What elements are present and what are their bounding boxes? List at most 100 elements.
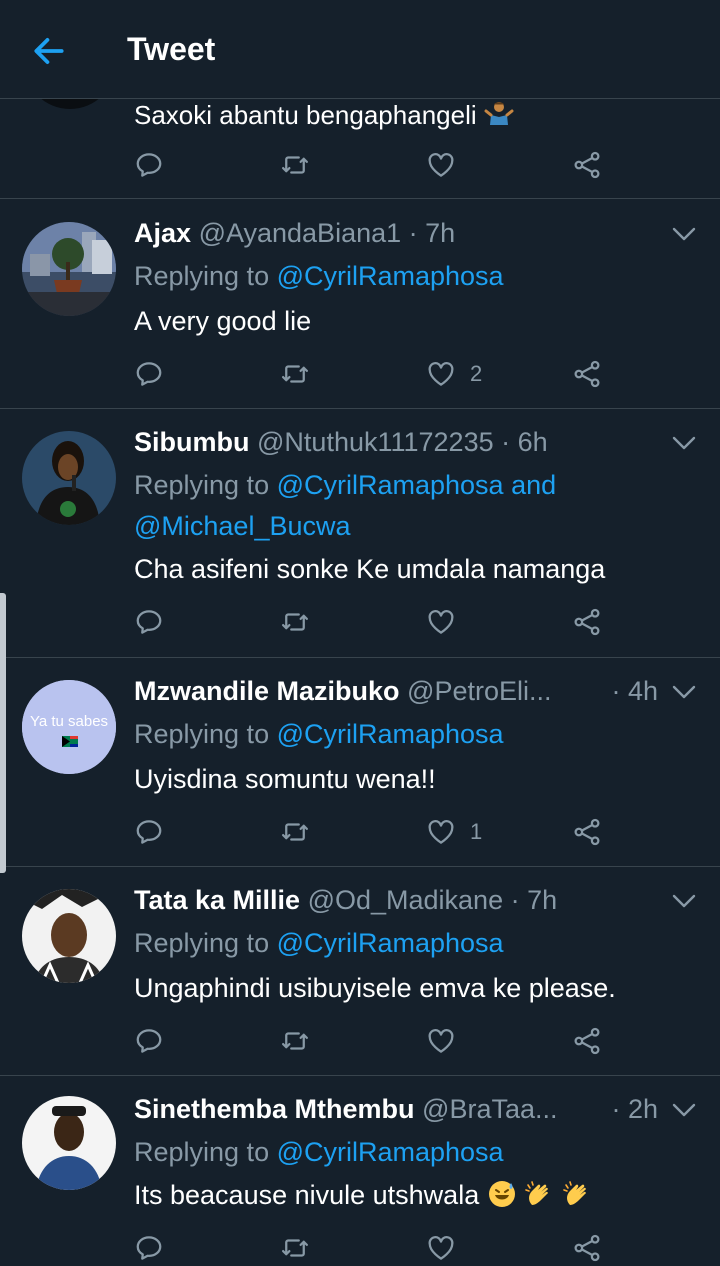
- reply-tweet[interactable]: Ya tu sabes Mzwandile Mazibuko @PetroEli…: [0, 658, 720, 867]
- avatar[interactable]: Ya tu sabes: [22, 680, 116, 774]
- page-title: Tweet: [127, 31, 216, 67]
- display-name[interactable]: Ajax: [134, 218, 191, 248]
- replying-to: Replying to @CyrilRamaphosa: [134, 261, 504, 291]
- avatar[interactable]: [22, 889, 116, 983]
- chevron-down-icon[interactable]: [672, 893, 696, 909]
- mention-link[interactable]: @CyrilRamaphosa: [277, 928, 504, 958]
- like-count: 2: [470, 361, 483, 386]
- avatar[interactable]: [22, 431, 116, 525]
- timestamp: · 2h: [611, 1094, 658, 1124]
- retweet-button[interactable]: [280, 356, 310, 392]
- tweet-text: Uyisdina somuntu wena!!: [134, 764, 436, 794]
- like-button[interactable]: [426, 1023, 456, 1059]
- timestamp: · 4h: [611, 676, 658, 706]
- share-icon: [572, 817, 602, 847]
- retweet-button[interactable]: [280, 814, 310, 850]
- heart-icon: [426, 150, 456, 180]
- like-button[interactable]: [426, 1230, 456, 1266]
- heart-icon: [426, 1233, 456, 1263]
- retweet-icon: [280, 607, 310, 637]
- tweet-text: A very good lie: [134, 306, 312, 336]
- handle[interactable]: @Od_Madikane: [308, 885, 504, 915]
- tweet-actions: [134, 1023, 614, 1059]
- heart-icon: [426, 359, 456, 389]
- reply-tweet[interactable]: Sinethemba Mthembu @BraTaa... · 2h Reply…: [0, 1076, 720, 1262]
- share-icon: [572, 1233, 602, 1263]
- reply-tweet[interactable]: Ajax @AyandaBiana1 · 7h Replying to @Cyr…: [0, 200, 720, 409]
- reply-icon: [134, 607, 164, 637]
- share-icon: [572, 359, 602, 389]
- reply-tweet[interactable]: Sibumbu @Ntuthuk11172235 · 6h Replying t…: [0, 409, 720, 658]
- reply-icon: [134, 1233, 164, 1263]
- retweet-icon: [280, 150, 310, 180]
- retweet-button[interactable]: [280, 604, 310, 640]
- tweet-header: Ajax @AyandaBiana1 · 7h: [134, 216, 664, 250]
- tweet-text: Its beacause nivule utshwala: [134, 1178, 592, 1212]
- handle[interactable]: @PetroEli...: [407, 676, 551, 706]
- share-button[interactable]: [572, 1023, 602, 1059]
- mention-link[interactable]: @CyrilRamaphosa and: [277, 470, 557, 500]
- share-button[interactable]: [572, 1230, 602, 1266]
- retweet-button[interactable]: [280, 147, 310, 183]
- avatar[interactable]: [22, 1096, 116, 1190]
- tweet-header: Sinethemba Mthembu @BraTaa...: [134, 1092, 584, 1126]
- handle[interactable]: @Ntuthuk11172235: [257, 427, 494, 457]
- reply-icon: [134, 150, 164, 180]
- handle[interactable]: @BraTaa...: [422, 1094, 557, 1124]
- retweet-button[interactable]: [280, 1230, 310, 1266]
- like-button[interactable]: [426, 604, 456, 640]
- share-button[interactable]: [572, 814, 602, 850]
- share-button[interactable]: [572, 604, 602, 640]
- chevron-down-icon[interactable]: [672, 226, 696, 242]
- reply-tweet[interactable]: Tata ka Millie @Od_Madikane · 7h Replyin…: [0, 867, 720, 1076]
- replying-to: Replying to @CyrilRamaphosa: [134, 1137, 504, 1167]
- display-name[interactable]: Sinethemba Mthembu: [134, 1094, 415, 1124]
- share-button[interactable]: [572, 147, 602, 183]
- mention-link[interactable]: @CyrilRamaphosa: [277, 261, 504, 291]
- arrow-left-icon[interactable]: [30, 32, 68, 70]
- heart-icon: [426, 607, 456, 637]
- share-button[interactable]: [572, 356, 602, 392]
- reply-icon: [134, 1026, 164, 1056]
- scrollbar[interactable]: [0, 593, 6, 873]
- reply-button[interactable]: [134, 1230, 164, 1266]
- timestamp: 6h: [517, 427, 548, 457]
- tweet-actions: 1: [134, 814, 614, 850]
- display-name[interactable]: Sibumbu: [134, 427, 250, 457]
- handle[interactable]: @AyandaBiana1: [199, 218, 402, 248]
- mention-link[interactable]: @CyrilRamaphosa: [277, 1137, 504, 1167]
- tweet-text: Ungaphindi usibuyisele emva ke please.: [134, 973, 616, 1003]
- reply-icon: [134, 817, 164, 847]
- reply-button[interactable]: [134, 814, 164, 850]
- clapping-hands-emoji-icon: [525, 1181, 549, 1205]
- retweet-icon: [280, 817, 310, 847]
- tweet-actions: [134, 1230, 614, 1266]
- replying-to: Replying to @CyrilRamaphosa and @Michael…: [134, 470, 557, 541]
- reply-button[interactable]: [134, 147, 164, 183]
- partial-tweet[interactable]: Saxoki abantu bengaphangeli: [0, 59, 720, 199]
- timestamp: 7h: [527, 885, 558, 915]
- separator: ·: [611, 676, 621, 706]
- chevron-down-icon[interactable]: [672, 435, 696, 451]
- separator: ·: [611, 1094, 621, 1124]
- display-name[interactable]: Tata ka Millie: [134, 885, 300, 915]
- reply-button[interactable]: [134, 604, 164, 640]
- mention-link[interactable]: @CyrilRamaphosa: [277, 719, 504, 749]
- like-button[interactable]: [426, 147, 456, 183]
- tweet-text: Saxoki abantu bengaphangeli: [134, 99, 514, 129]
- chevron-down-icon[interactable]: [672, 684, 696, 700]
- display-name[interactable]: Mzwandile Mazibuko: [134, 676, 400, 706]
- share-icon: [572, 607, 602, 637]
- avatar[interactable]: [22, 222, 116, 316]
- clapping-hands-emoji-icon: [562, 1181, 586, 1205]
- like-button[interactable]: 2: [426, 356, 482, 392]
- share-icon: [572, 150, 602, 180]
- tweet-header: Tata ka Millie @Od_Madikane · 7h: [134, 883, 664, 917]
- heart-icon: [426, 817, 456, 847]
- reply-button[interactable]: [134, 1023, 164, 1059]
- reply-button[interactable]: [134, 356, 164, 392]
- chevron-down-icon[interactable]: [672, 1102, 696, 1118]
- like-button[interactable]: 1: [426, 814, 482, 850]
- mention-link[interactable]: @Michael_Bucwa: [134, 511, 351, 541]
- retweet-button[interactable]: [280, 1023, 310, 1059]
